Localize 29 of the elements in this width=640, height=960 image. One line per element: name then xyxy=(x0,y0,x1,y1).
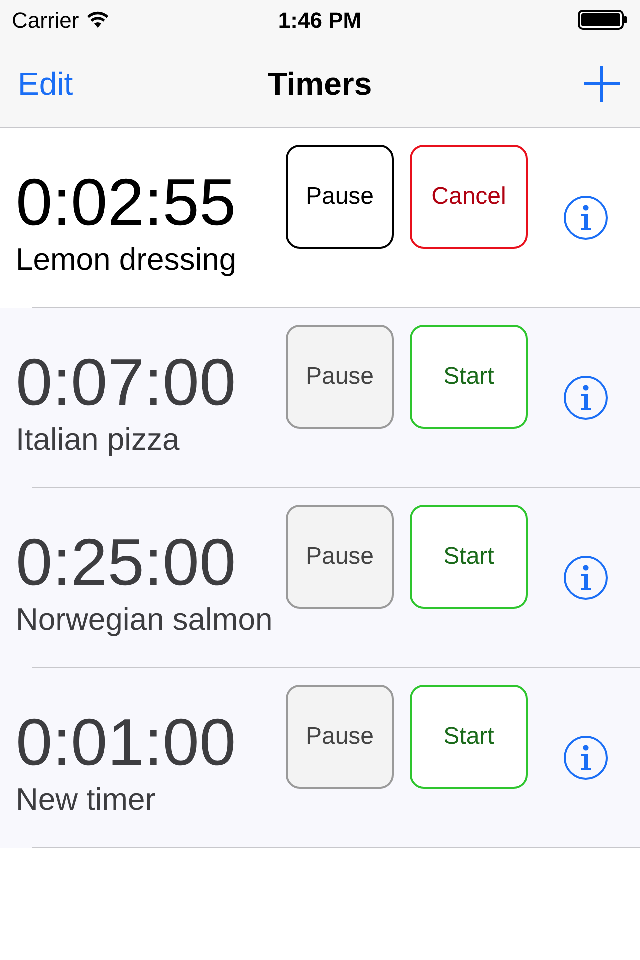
wifi-icon xyxy=(87,11,110,29)
info-icon xyxy=(579,384,593,412)
timer-name: Italian pizza xyxy=(16,421,181,459)
timer-time: 0:02:55 xyxy=(16,164,238,240)
pause-button[interactable]: Pause xyxy=(286,145,394,249)
info-icon xyxy=(579,744,593,772)
battery-icon xyxy=(578,10,628,30)
start-button[interactable]: Start xyxy=(410,325,528,429)
start-button[interactable]: Start xyxy=(410,505,528,609)
plus-icon xyxy=(582,64,621,102)
timer-name: Lemon dressing xyxy=(16,241,238,279)
info-icon xyxy=(579,564,593,592)
timer-name: Norwegian salmon xyxy=(16,601,274,639)
clock-label: 1:46 PM xyxy=(278,6,362,34)
cancel-button[interactable]: Cancel xyxy=(410,145,528,249)
timer-time: 0:01:00 xyxy=(16,704,238,780)
nav-title: Timers xyxy=(268,64,372,104)
info-button[interactable] xyxy=(564,736,608,780)
info-button[interactable] xyxy=(564,376,608,420)
timer-name: New timer xyxy=(16,781,157,819)
start-button[interactable]: Start xyxy=(410,685,528,789)
info-button[interactable] xyxy=(564,556,608,600)
carrier-label: Carrier xyxy=(12,6,80,34)
timer-time: 0:07:00 xyxy=(16,344,238,420)
timer-time: 0:25:00 xyxy=(16,524,238,600)
info-icon xyxy=(579,204,593,232)
info-button[interactable] xyxy=(564,196,608,240)
add-button[interactable] xyxy=(582,64,622,104)
edit-button[interactable]: Edit xyxy=(18,60,138,108)
